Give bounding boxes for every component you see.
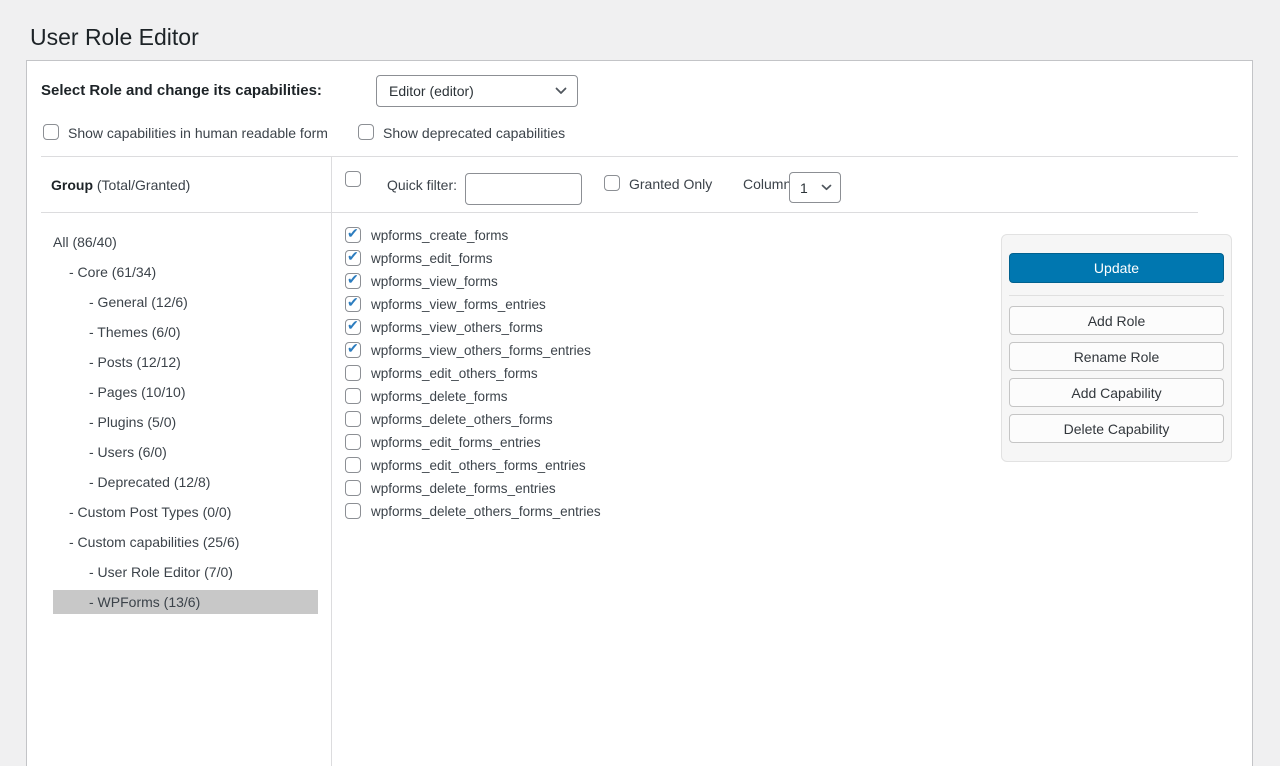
capability-label: wpforms_edit_others_forms <box>371 366 538 381</box>
deprecated-label: Show deprecated capabilities <box>383 125 565 141</box>
chevron-down-icon <box>555 87 567 95</box>
quick-filter-label: Quick filter: <box>387 177 457 193</box>
tree-item[interactable]: - Posts (12/12) <box>53 347 318 377</box>
capability-row: wpforms_edit_forms <box>345 250 601 266</box>
capability-label: wpforms_view_forms <box>371 274 498 289</box>
capability-checkbox[interactable] <box>345 388 361 404</box>
tree-item-label: - General (12/6) <box>89 294 188 310</box>
capability-row: wpforms_edit_others_forms_entries <box>345 457 601 473</box>
capability-label: wpforms_edit_others_forms_entries <box>371 458 586 473</box>
tree-item[interactable]: - Custom capabilities (25/6) <box>53 527 318 557</box>
groups-column: Group (Total/Granted) All (86/40) - Core… <box>27 157 332 766</box>
capability-row: wpforms_create_forms <box>345 227 601 243</box>
tree-item[interactable]: - General (12/6) <box>53 287 318 317</box>
capability-label: wpforms_delete_forms_entries <box>371 481 556 496</box>
tree-item-label: - Posts (12/12) <box>89 354 181 370</box>
capability-label: wpforms_edit_forms <box>371 251 493 266</box>
capability-row: wpforms_delete_forms <box>345 388 601 404</box>
capability-checkbox[interactable] <box>345 365 361 381</box>
capability-row: wpforms_edit_others_forms <box>345 365 601 381</box>
tree-item[interactable]: - User Role Editor (7/0) <box>53 557 318 587</box>
rename-role-button[interactable]: Rename Role <box>1009 342 1224 371</box>
divider <box>1009 295 1224 296</box>
human-readable-checkbox[interactable] <box>43 124 59 140</box>
add-capability-button[interactable]: Add Capability <box>1009 378 1224 407</box>
select-all-checkbox[interactable] <box>345 171 361 187</box>
granted-only-label: Granted Only <box>629 176 712 192</box>
page: User Role Editor Select Role and change … <box>0 0 1280 766</box>
tree-item[interactable]: - Themes (6/0) <box>53 317 318 347</box>
capability-label: wpforms_edit_forms_entries <box>371 435 541 450</box>
tree-item[interactable]: - Users (6/0) <box>53 437 318 467</box>
group-tree: All (86/40) - Core (61/34) - General (12… <box>27 227 331 617</box>
tree-item-label: - WPForms (13/6) <box>89 594 200 610</box>
chevron-down-icon <box>821 184 832 191</box>
capability-label: wpforms_delete_others_forms_entries <box>371 504 601 519</box>
page-title: User Role Editor <box>30 24 199 51</box>
update-button[interactable]: Update <box>1009 253 1224 283</box>
role-select[interactable]: Editor (editor) <box>376 75 578 107</box>
delete-capability-button[interactable]: Delete Capability <box>1009 414 1224 443</box>
capability-row: wpforms_delete_others_forms <box>345 411 601 427</box>
capability-checkbox[interactable] <box>345 296 361 312</box>
tree-item-label: All (86/40) <box>53 234 117 250</box>
capability-checkbox[interactable] <box>345 503 361 519</box>
capability-checkbox[interactable] <box>345 411 361 427</box>
role-select-label: Select Role and change its capabilities: <box>41 82 322 99</box>
capability-checkbox[interactable] <box>345 480 361 496</box>
actions-panel: Update Add Role Rename Role Add Capabili… <box>1001 234 1232 462</box>
capability-row: wpforms_view_others_forms <box>345 319 601 335</box>
tree-item-label: - User Role Editor (7/0) <box>89 564 233 580</box>
tree-item[interactable]: - Plugins (5/0) <box>53 407 318 437</box>
tree-item-label: - Custom capabilities (25/6) <box>69 534 239 550</box>
capability-row: wpforms_view_forms_entries <box>345 296 601 312</box>
tree-item-label: - Themes (6/0) <box>89 324 181 340</box>
role-editor-panel: Select Role and change its capabilities:… <box>26 60 1253 766</box>
granted-only-checkbox[interactable] <box>604 175 620 191</box>
tree-item-label: - Custom Post Types (0/0) <box>69 504 231 520</box>
capability-label: wpforms_delete_others_forms <box>371 412 553 427</box>
deprecated-checkbox[interactable] <box>358 124 374 140</box>
capability-label: wpforms_delete_forms <box>371 389 508 404</box>
capability-row: wpforms_view_others_forms_entries <box>345 342 601 358</box>
capability-label: wpforms_view_others_forms_entries <box>371 343 591 358</box>
capability-label: wpforms_create_forms <box>371 228 508 243</box>
capability-checkbox[interactable] <box>345 250 361 266</box>
columns-select[interactable]: 1 <box>789 172 841 203</box>
add-role-button[interactable]: Add Role <box>1009 306 1224 335</box>
capability-row: wpforms_delete_forms_entries <box>345 480 601 496</box>
tree-item-label: - Pages (10/10) <box>89 384 186 400</box>
columns-select-value: 1 <box>800 180 808 196</box>
capability-checkbox[interactable] <box>345 342 361 358</box>
tree-item[interactable]: - Pages (10/10) <box>53 377 318 407</box>
capabilities-column: Quick filter: Granted Only Columns: 1 wp… <box>332 157 1252 766</box>
human-readable-label: Show capabilities in human readable form <box>68 125 328 141</box>
tree-item[interactable]: - Deprecated (12/8) <box>53 467 318 497</box>
capability-label: wpforms_view_forms_entries <box>371 297 546 312</box>
capability-checkbox[interactable] <box>345 273 361 289</box>
tree-item-label: - Users (6/0) <box>89 444 167 460</box>
role-select-value: Editor (editor) <box>389 83 474 99</box>
capability-checkbox[interactable] <box>345 227 361 243</box>
capability-row: wpforms_delete_others_forms_entries <box>345 503 601 519</box>
tree-item[interactable]: - WPForms (13/6) <box>53 590 318 614</box>
tree-item-label: - Plugins (5/0) <box>89 414 176 430</box>
capability-row: wpforms_edit_forms_entries <box>345 434 601 450</box>
tree-item-label: - Deprecated (12/8) <box>89 474 210 490</box>
capability-checkbox[interactable] <box>345 434 361 450</box>
divider <box>332 212 1198 213</box>
group-header-label: Group (Total/Granted) <box>51 177 190 193</box>
divider <box>41 212 331 213</box>
tree-item[interactable]: All (86/40) <box>53 227 318 257</box>
tree-item[interactable]: - Custom Post Types (0/0) <box>53 497 318 527</box>
capability-row: wpforms_view_forms <box>345 273 601 289</box>
tree-item[interactable]: - Core (61/34) <box>53 257 318 287</box>
capability-checkbox[interactable] <box>345 319 361 335</box>
tree-item-label: - Core (61/34) <box>69 264 156 280</box>
capability-checkbox[interactable] <box>345 457 361 473</box>
capability-label: wpforms_view_others_forms <box>371 320 543 335</box>
capabilities-list: wpforms_create_forms wpforms_edit_forms … <box>345 227 601 526</box>
quick-filter-input[interactable] <box>465 173 582 205</box>
